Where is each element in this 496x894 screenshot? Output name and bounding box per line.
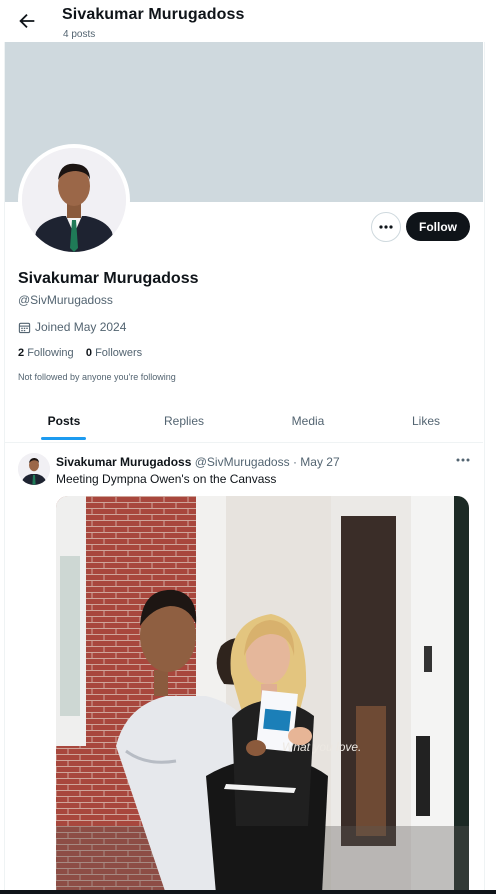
more-options-button[interactable]: [371, 212, 401, 242]
following-link[interactable]: 2 Following: [18, 347, 74, 359]
joined-date: Joined May 2024: [18, 320, 126, 334]
header-post-count: 4 posts: [63, 29, 96, 40]
post-header: Sivakumar Murugadoss @SivMurugadoss · Ma…: [56, 455, 340, 469]
post-author-name[interactable]: Sivakumar Murugadoss: [56, 455, 191, 469]
tab-replies[interactable]: Replies: [125, 400, 243, 442]
tab-media[interactable]: Media: [249, 400, 367, 442]
profile-handle: @SivMurugadoss: [18, 293, 113, 307]
top-bar: Sivakumar Murugadoss 4 posts: [0, 0, 496, 42]
post-photo[interactable]: What you love.: [56, 496, 469, 894]
joined-label: Joined May 2024: [35, 320, 127, 334]
following-count: 2: [18, 347, 25, 359]
follow-stats: 2 Following 0 Followers: [18, 347, 142, 359]
back-arrow-icon[interactable]: [16, 10, 38, 32]
post-avatar[interactable]: [18, 453, 50, 485]
header-title: Sivakumar Murugadoss: [62, 6, 245, 23]
post-avatar-image: [18, 453, 50, 485]
avatar-image: [22, 148, 126, 252]
profile-avatar[interactable]: [22, 148, 126, 252]
active-tab-indicator: [41, 437, 86, 440]
tab-likes[interactable]: Likes: [367, 400, 485, 442]
viewport-bottom-edge: [0, 890, 496, 894]
more-horizontal-icon: [379, 225, 393, 229]
not-followed-note: Not followed by anyone you're following: [18, 372, 176, 382]
post-date[interactable]: · May 27: [293, 455, 340, 469]
tab-posts[interactable]: Posts: [5, 400, 123, 442]
profile-tabs: Posts Replies Media Likes: [5, 400, 483, 443]
profile-name: Sivakumar Murugadoss: [18, 270, 199, 287]
photo-scene: What you love.: [56, 496, 469, 894]
post-more-icon[interactable]: [454, 452, 472, 468]
calendar-icon: [18, 322, 31, 333]
followers-link[interactable]: 0 Followers: [86, 347, 142, 359]
followers-label: Followers: [95, 347, 143, 359]
follow-button[interactable]: Follow: [406, 212, 470, 241]
post-author-handle[interactable]: @SivMurugadoss: [195, 455, 290, 469]
following-label: Following: [27, 347, 74, 359]
followers-count: 0: [85, 347, 93, 359]
post-text: Meeting Dympna Owen's on the Canvass: [56, 472, 277, 486]
